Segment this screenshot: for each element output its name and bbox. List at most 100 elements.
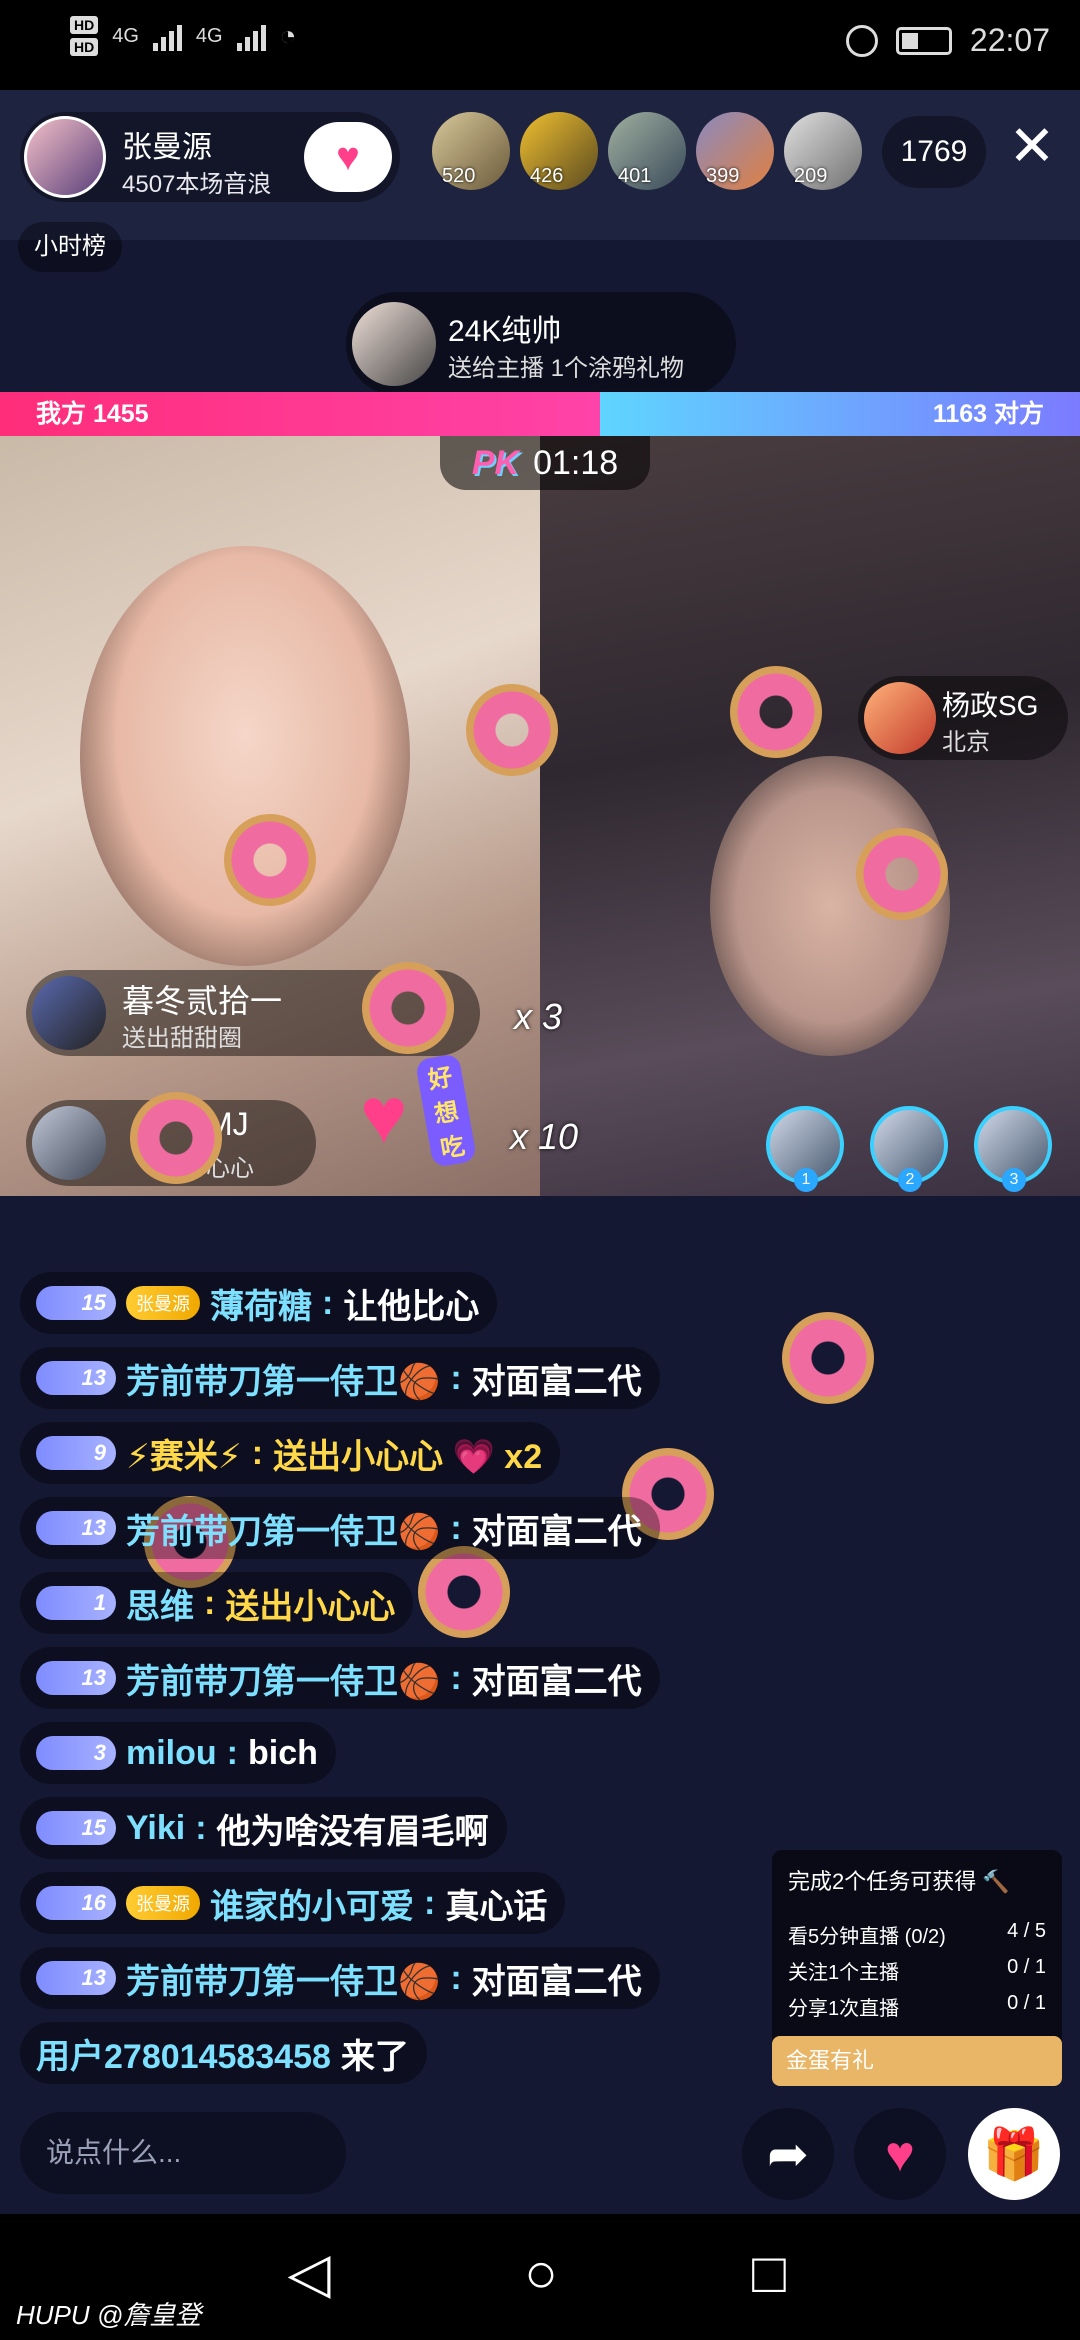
host-name: 张曼源 (122, 131, 212, 164)
task-panel[interactable]: 完成2个任务可获得 🔨 看5分钟直播 (0/2) 4 / 5 关注1个主播 0 / … (772, 1850, 1062, 2086)
user-level-badge: 13 (36, 1661, 116, 1695)
system-nav-bar: ◁ ○ □ HUPU @詹皇登 (0, 2214, 1080, 2340)
recents-icon[interactable]: □ (734, 2238, 804, 2308)
comment-input[interactable]: 说点什么... (20, 2112, 346, 2194)
chat-username: 芳前带刀第一侍卫🏀 (126, 1962, 441, 2001)
viewer-count[interactable]: 1769 (882, 116, 986, 188)
chat-message[interactable]: 13 芳前带刀第一侍卫🏀: 对面富二代 (20, 1347, 660, 1409)
gift-icon: 🎁 (982, 2125, 1046, 2182)
chat-text: 对面富二代 (471, 1962, 642, 2001)
pk-timer: PK 01:18 (440, 436, 650, 490)
chat-username: 思维 (126, 1587, 194, 1626)
hourly-rank-button[interactable]: 小时榜 (18, 222, 122, 272)
opponent-top-fan[interactable]: 2 (870, 1106, 948, 1192)
gift-sender-name: 24K纯帅 (448, 315, 562, 348)
wifi-icon: ◔ (279, 20, 297, 51)
pk-video-area: PK 01:18 暮冬贰拾一 送出甜甜圈 x 3 MJ 心心 ♥ 好想吃 x 1… (0, 436, 1080, 1196)
chat-message[interactable]: 3 milou: bich (20, 1722, 336, 1784)
user-level-badge: 15 (36, 1286, 116, 1320)
chat-username: 芳前带刀第一侍卫🏀 (126, 1512, 441, 1551)
donut-gift-icon (130, 1092, 222, 1184)
viewer-avatar[interactable]: 426 (520, 112, 598, 190)
task-row: 关注1个主播 0 / 1 (788, 1956, 1046, 1984)
donut-gift-icon (730, 666, 822, 758)
heart-gift-icon: ♥ 好想吃 (360, 1053, 478, 1168)
chat-message[interactable]: 1 思维: 送出小心心 (20, 1572, 414, 1634)
combo-count: x 10 (510, 1116, 579, 1157)
chat-username: 芳前带刀第一侍卫🏀 (126, 1362, 441, 1401)
chat-text: 送出小心心 (225, 1587, 396, 1626)
clock-time: 22:07 (969, 22, 1050, 58)
chat-text: 真心话 (445, 1887, 548, 1926)
battery-icon (895, 26, 952, 55)
opponent-top-fan[interactable]: 3 (974, 1106, 1052, 1192)
chat-username: Yiki (126, 1808, 186, 1847)
task-row: 看5分钟直播 (0/2) 4 / 5 (788, 1920, 1046, 1948)
chat-message[interactable]: 16 张曼源 谁家的小可爱: 真心话 (20, 1872, 566, 1934)
user-level-badge: 9 (36, 1436, 116, 1470)
donut-gift-icon (418, 1546, 510, 1638)
sender-avatar[interactable] (32, 1106, 106, 1180)
viewer-avatar[interactable]: 520 (432, 112, 510, 190)
opponent-top-fan[interactable]: 1 (766, 1106, 844, 1192)
viewer-avatar[interactable]: 399 (696, 112, 774, 190)
network-type-1: 4G (112, 24, 139, 47)
pk-opponent-score: 1163 对方 (600, 392, 1080, 436)
chat-username: 谁家的小可爱 (210, 1887, 414, 1926)
user-level-badge: 1 (36, 1586, 116, 1620)
host-face (80, 546, 410, 966)
task-row: 分享1次直播 0 / 1 (788, 1992, 1046, 2020)
opponent-avatar[interactable] (864, 682, 936, 754)
chat-text: 让他比心 (343, 1287, 480, 1326)
follow-button[interactable]: ♥ (304, 122, 392, 192)
share-icon: ➦ (767, 2126, 809, 2182)
sender-avatar[interactable] (32, 976, 106, 1050)
host-avatar[interactable] (24, 116, 106, 198)
donut-gift-icon (856, 828, 948, 920)
chat-message[interactable]: 13 芳前带刀第一侍卫🏀: 对面富二代 (20, 1647, 660, 1709)
user-level-badge: 13 (36, 1511, 116, 1545)
chat-message[interactable]: 13 芳前带刀第一侍卫🏀: 对面富二代 (20, 1947, 660, 2009)
user-level-badge: 13 (36, 1361, 116, 1395)
chat-message[interactable]: 15 Yiki: 他为啥没有眉毛啊 (20, 1797, 507, 1859)
status-bar: HD HD 4G 4G ◔ 22:07 (0, 0, 1080, 90)
chat-username: milou (126, 1733, 217, 1772)
viewer-avatar[interactable]: 401 (608, 112, 686, 190)
opponent-video[interactable] (540, 436, 1080, 1196)
host-info[interactable]: 张曼源 4507本场音浪 ♥ (20, 112, 400, 202)
gift-notification: 24K纯帅 送给主播 1个涂鸦礼物 (346, 292, 736, 396)
opponent-host-info[interactable]: 杨政SG 北京 (858, 676, 1068, 760)
close-button[interactable]: ✕ (1002, 116, 1062, 176)
chat-username: 薄荷糖 (210, 1287, 312, 1326)
alarm-icon (845, 24, 878, 57)
task-title: 完成2个任务可获得 🔨 (788, 1869, 1010, 1894)
chat-username: 用户278014583458 (36, 2037, 331, 2076)
signal-icon (152, 21, 182, 51)
chat-message[interactable]: 13 芳前带刀第一侍卫🏀: 对面富二代 (20, 1497, 660, 1559)
back-icon[interactable]: ◁ (274, 2238, 344, 2308)
viewer-avatar[interactable]: 209 (784, 112, 862, 190)
donut-gift-icon (466, 684, 558, 776)
like-button[interactable]: ♥ (854, 2108, 946, 2200)
gift-button[interactable]: 🎁 (968, 2108, 1060, 2200)
pk-score-bar: 我方 1455 1163 对方 (0, 392, 1080, 436)
gift-sender-avatar[interactable] (352, 302, 436, 386)
user-level-badge: 3 (36, 1736, 116, 1770)
fan-badge: 张曼源 (126, 1886, 200, 1920)
network-type-2: 4G (195, 24, 223, 47)
combo-count: x 3 (514, 996, 563, 1037)
join-message[interactable]: 用户278014583458 来了 (20, 2022, 427, 2084)
golden-egg-button[interactable]: 金蛋有礼 (772, 2036, 1062, 2086)
pk-our-score: 我方 1455 (0, 392, 600, 436)
host-sound-waves: 4507本场音浪 (122, 171, 272, 198)
chat-username: 芳前带刀第一侍卫🏀 (126, 1662, 441, 1701)
chat-text: bich (248, 1733, 318, 1772)
pk-time: 01:18 (533, 443, 619, 482)
opponent-name: 杨政SG (942, 690, 1039, 721)
chat-message[interactable]: 9 ⚡赛米⚡: 送出小心心 💗 x2 (20, 1422, 561, 1484)
chat-text: 对面富二代 (471, 1512, 642, 1551)
home-icon[interactable]: ○ (506, 2238, 576, 2308)
share-button[interactable]: ➦ (742, 2108, 834, 2200)
chat-message[interactable]: 15 张曼源 薄荷糖: 让他比心 (20, 1272, 498, 1334)
donut-gift-icon (782, 1312, 874, 1404)
